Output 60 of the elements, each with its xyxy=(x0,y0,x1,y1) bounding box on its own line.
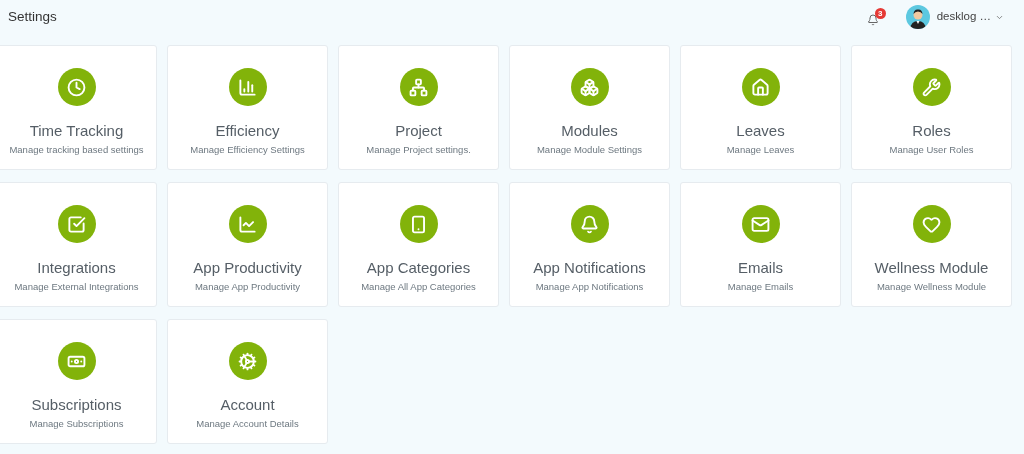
card-title: App Productivity xyxy=(193,258,302,278)
card-subtitle: Manage Module Settings xyxy=(536,143,643,157)
settings-card[interactable]: Account Manage Account Details xyxy=(167,319,328,444)
settings-card[interactable]: Integrations Manage External Integrations xyxy=(0,182,157,307)
user-menu[interactable]: desklog … xyxy=(936,8,1004,26)
card-title: Modules xyxy=(561,121,618,141)
card-title: Subscriptions xyxy=(31,395,122,415)
settings-card[interactable]: Leaves Manage Leaves xyxy=(680,45,841,170)
card-title: App Categories xyxy=(366,258,471,278)
checkbox-icon xyxy=(57,205,96,243)
notification-badge: 3 xyxy=(874,8,886,19)
settings-card[interactable]: App Productivity Manage App Productivity xyxy=(167,182,328,307)
settings-card[interactable]: App Categories Manage All App Categories xyxy=(338,182,499,307)
card-title: Efficiency xyxy=(215,121,280,141)
wrench-icon xyxy=(912,68,951,106)
settings-card[interactable]: Efficiency Manage Efficiency Settings xyxy=(167,45,328,170)
card-title: Roles xyxy=(912,121,951,141)
hierarchy-icon xyxy=(399,68,438,106)
settings-card[interactable]: Emails Manage Emails xyxy=(680,182,841,307)
envelope-icon xyxy=(741,205,780,243)
card-title: App Notifications xyxy=(533,258,646,278)
card-subtitle: Manage User Roles xyxy=(889,143,974,157)
card-title: Emails xyxy=(738,258,783,278)
card-subtitle: Manage Emails xyxy=(727,280,794,294)
settings-card[interactable]: Modules Manage Module Settings xyxy=(509,45,670,170)
card-title: Time Tracking xyxy=(29,121,124,141)
card-subtitle: Manage App Productivity xyxy=(194,280,301,294)
boxes-icon xyxy=(570,68,609,106)
clock-icon xyxy=(57,68,96,106)
card-subtitle: Manage Subscriptions xyxy=(29,417,124,431)
notification-button[interactable]: 3 xyxy=(865,8,886,30)
user-avatar[interactable] xyxy=(905,5,930,29)
phone-icon xyxy=(399,205,438,243)
bell-icon xyxy=(866,14,879,26)
card-title: Integrations xyxy=(37,258,116,278)
card-subtitle: Manage Efficiency Settings xyxy=(190,143,305,157)
card-subtitle: Manage tracking based settings xyxy=(9,143,144,157)
card-subtitle: Manage Account Details xyxy=(196,417,299,431)
card-title: Leaves xyxy=(736,121,785,141)
card-title: Wellness Module xyxy=(874,258,989,278)
settings-card[interactable]: Roles Manage User Roles xyxy=(851,45,1012,170)
card-subtitle: Manage Project settings. xyxy=(366,143,471,157)
card-title: Account xyxy=(220,395,275,415)
card-subtitle: Manage All App Categories xyxy=(361,280,476,294)
banknote-icon xyxy=(57,342,96,380)
card-subtitle: Manage Wellness Module xyxy=(876,280,987,294)
card-subtitle: Manage App Notifications xyxy=(535,280,644,294)
settings-card[interactable]: Wellness Module Manage Wellness Module xyxy=(851,182,1012,307)
settings-card[interactable]: Time Tracking Manage tracking based settings xyxy=(0,45,157,170)
bell-icon xyxy=(570,205,609,243)
card-subtitle: Manage Leaves xyxy=(726,143,795,157)
settings-card[interactable]: Subscriptions Manage Subscriptions xyxy=(0,319,157,444)
card-title: Project xyxy=(395,121,442,141)
house-icon xyxy=(741,68,780,106)
page-title: Settings xyxy=(8,7,57,26)
settings-card[interactable]: App Notifications Manage App Notifications xyxy=(509,182,670,307)
line-chart-icon xyxy=(228,205,267,243)
bar-chart-icon xyxy=(228,68,267,106)
card-subtitle: Manage External Integrations xyxy=(14,280,139,294)
settings-card[interactable]: Project Manage Project settings. xyxy=(338,45,499,170)
